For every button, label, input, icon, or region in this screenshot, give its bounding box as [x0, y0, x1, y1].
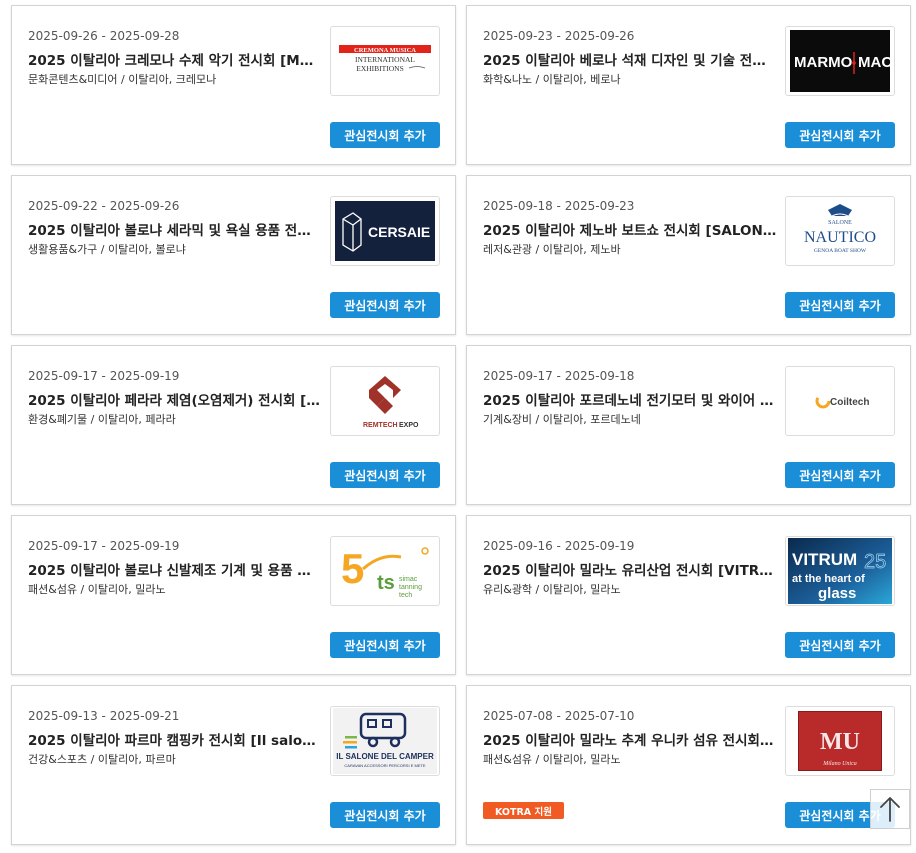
exhibition-category: 건강&스포츠 / 이탈리아, 파르마	[28, 753, 176, 766]
add-favorite-button[interactable]: 관심전시회 추가	[330, 292, 440, 318]
exhibition-title[interactable]: 2025 이탈리아 베로나 석재 디자인 및 기술 전시회 [MARMOMAC]	[483, 49, 777, 69]
exhibition-title[interactable]: 2025 이탈리아 밀라노 추계 우니카 섬유 전시회 [MILANO UNIC…	[483, 729, 777, 749]
exhibition-title[interactable]: 2025 이탈리아 파르마 캠핑카 전시회 [Il salone del cam…	[28, 729, 322, 749]
logo-text: NAUTICO	[804, 229, 876, 246]
exhibition-date: 2025-09-23 - 2025-09-26	[483, 29, 635, 43]
logo-text: glass	[818, 585, 856, 602]
exhibition-category: 생활용품&가구 / 이탈리아, 볼로냐	[28, 243, 186, 256]
exhibition-logo[interactable]: REMTECH EXPO	[330, 366, 440, 436]
logo-text: GENOA BOAT SHOW	[814, 248, 867, 254]
exhibition-card[interactable]: 2025-09-17 - 2025-09-19 2025 이탈리아 볼로냐 신발…	[11, 515, 456, 675]
exhibition-title[interactable]: 2025 이탈리아 포르데노네 전기모터 및 와이어 전시회 [COILTECH…	[483, 389, 777, 409]
add-favorite-button[interactable]: 관심전시회 추가	[785, 292, 895, 318]
logo-text: IL SALONE DEL CAMPER	[336, 752, 434, 761]
exhibition-card[interactable]: 2025-09-23 - 2025-09-26 2025 이탈리아 베로나 석재…	[466, 5, 911, 165]
exhibition-date: 2025-09-16 - 2025-09-19	[483, 539, 635, 553]
exhibition-card[interactable]: 2025-09-22 - 2025-09-26 2025 이탈리아 볼로냐 세라…	[11, 175, 456, 335]
logo-text: EXPO	[399, 422, 419, 429]
add-favorite-button[interactable]: 관심전시회 추가	[785, 462, 895, 488]
exhibition-date: 2025-09-17 - 2025-09-18	[483, 369, 635, 383]
arrow-up-icon	[880, 797, 900, 822]
add-favorite-button[interactable]: 관심전시회 추가	[330, 122, 440, 148]
exhibition-category: 환경&폐기물 / 이탈리아, 페라라	[28, 413, 176, 426]
exhibition-title[interactable]: 2025 이탈리아 페라라 제염(오염제거) 전시회 [REMTECH EXPO…	[28, 389, 322, 409]
logo-text: MU	[820, 729, 860, 755]
logo-text: ts	[377, 572, 395, 594]
logo-text: REMTECH	[363, 422, 398, 429]
logo-text: tech	[399, 592, 412, 599]
exhibition-card[interactable]: 2025-09-17 - 2025-09-18 2025 이탈리아 포르데노네 …	[466, 345, 911, 505]
logo-text: EXHIBITIONS	[356, 64, 404, 73]
logo-text: VITRUM	[792, 550, 857, 569]
kotra-support-badge: KOTRA 지원	[483, 802, 564, 819]
logo-text: tanning	[399, 584, 422, 591]
exhibition-card[interactable]: 2025-09-26 - 2025-09-28 2025 이탈리아 크레모나 수…	[11, 5, 456, 165]
add-favorite-button[interactable]: 관심전시회 추가	[330, 632, 440, 658]
exhibition-logo[interactable]: 5 ts simac tanning tech	[330, 536, 440, 606]
exhibition-logo[interactable]: MU Milano Unica	[785, 706, 895, 776]
exhibition-date: 2025-09-22 - 2025-09-26	[28, 199, 180, 213]
exhibition-title[interactable]: 2025 이탈리아 볼로냐 신발제조 기계 및 용품 전시회 [SIMAC TA…	[28, 559, 322, 579]
exhibition-category: 화학&나노 / 이탈리아, 베로나	[483, 73, 621, 86]
exhibition-card[interactable]: 2025-07-08 - 2025-07-10 2025 이탈리아 밀라노 추계…	[466, 685, 911, 845]
exhibition-title[interactable]: 2025 이탈리아 크레모나 수제 악기 전시회 [MONDOMUSICA]	[28, 49, 322, 69]
exhibition-date: 2025-07-08 - 2025-07-10	[483, 709, 635, 723]
exhibition-date: 2025-09-18 - 2025-09-23	[483, 199, 635, 213]
exhibition-title[interactable]: 2025 이탈리아 밀라노 유리산업 전시회 [VITRUM]	[483, 559, 777, 579]
exhibition-card[interactable]: 2025-09-17 - 2025-09-19 2025 이탈리아 페라라 제염…	[11, 345, 456, 505]
logo-text: INTERNATIONAL	[355, 55, 415, 64]
exhibition-category: 패션&섬유 / 이탈리아, 밀라노	[483, 753, 621, 766]
logo-text: at the heart of	[792, 573, 865, 585]
add-favorite-button[interactable]: 관심전시회 추가	[785, 122, 895, 148]
add-favorite-button[interactable]: 관심전시회 추가	[330, 802, 440, 828]
exhibition-card[interactable]: 2025-09-16 - 2025-09-19 2025 이탈리아 밀라노 유리…	[466, 515, 911, 675]
exhibition-logo[interactable]: IL SALONE DEL CAMPER CARAVAN ACCESSORI P…	[330, 706, 440, 776]
exhibition-date: 2025-09-17 - 2025-09-19	[28, 539, 180, 553]
logo-text: simac	[399, 576, 418, 583]
logo-text: MAC	[858, 54, 890, 71]
exhibition-logo[interactable]: MARMO MAC	[785, 26, 895, 96]
exhibition-date: 2025-09-26 - 2025-09-28	[28, 29, 180, 43]
exhibition-logo[interactable]: CREMONA MUSICA INTERNATIONAL EXHIBITIONS	[330, 26, 440, 96]
logo-text: Coiltech	[830, 397, 869, 408]
add-favorite-button[interactable]: 관심전시회 추가	[330, 462, 440, 488]
exhibition-logo[interactable]: Coiltech	[785, 366, 895, 436]
exhibition-date: 2025-09-13 - 2025-09-21	[28, 709, 180, 723]
logo-text: 5	[341, 545, 364, 592]
logo-text: MARMO	[794, 54, 853, 71]
exhibition-category: 레저&관광 / 이탈리아, 제노바	[483, 243, 621, 256]
exhibition-logo[interactable]: VITRUM 25 at the heart of glass	[785, 536, 895, 606]
logo-text: CARAVAN ACCESSORI PERCORSI E METE	[344, 763, 426, 768]
exhibition-card[interactable]: 2025-09-18 - 2025-09-23 2025 이탈리아 제노바 보트…	[466, 175, 911, 335]
logo-text: CERSAIE	[368, 224, 430, 240]
exhibition-card[interactable]: 2025-09-13 - 2025-09-21 2025 이탈리아 파르마 캠핑…	[11, 685, 456, 845]
exhibition-date: 2025-09-17 - 2025-09-19	[28, 369, 180, 383]
logo-text: SALONE	[828, 220, 852, 226]
exhibition-title[interactable]: 2025 이탈리아 제노바 보트쇼 전시회 [SALONE NAUTICO]	[483, 219, 777, 239]
add-favorite-button[interactable]: 관심전시회 추가	[785, 632, 895, 658]
exhibition-logo[interactable]: CERSAIE	[330, 196, 440, 266]
logo-text: CREMONA MUSICA	[354, 47, 416, 54]
exhibition-category: 유리&광학 / 이탈리아, 밀라노	[483, 583, 621, 596]
scroll-to-top-button[interactable]	[870, 789, 910, 829]
exhibition-category: 문화콘텐츠&미디어 / 이탈리아, 크레모나	[28, 73, 217, 86]
exhibition-title[interactable]: 2025 이탈리아 볼로냐 세라믹 및 욕실 용품 전시회 [CERSAIE]	[28, 219, 322, 239]
exhibition-category: 패션&섬유 / 이탈리아, 밀라노	[28, 583, 166, 596]
logo-text: Milano Unica	[822, 761, 857, 767]
exhibition-category: 기계&장비 / 이탈리아, 포르데노네	[483, 413, 641, 426]
logo-text: 25	[864, 551, 886, 573]
exhibition-logo[interactable]: SALONE NAUTICO GENOA BOAT SHOW	[785, 196, 895, 266]
